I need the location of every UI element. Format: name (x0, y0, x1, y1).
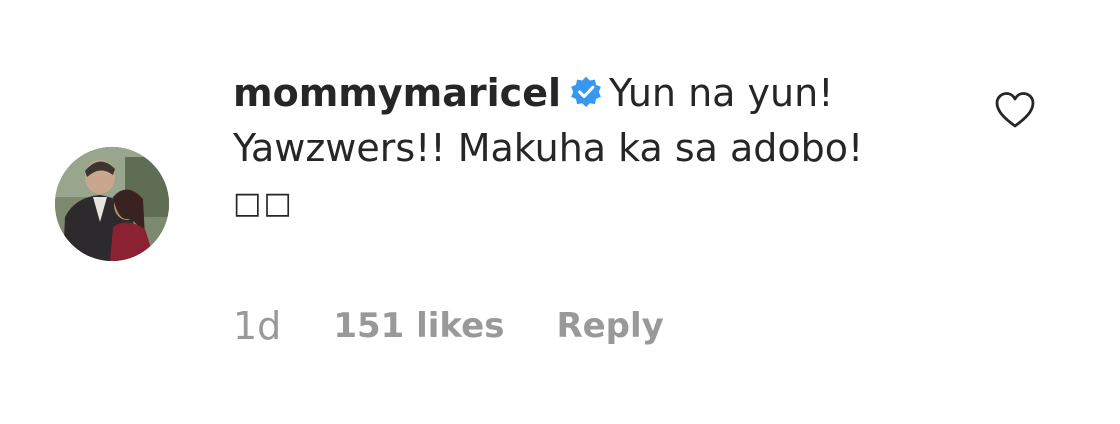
comment-timestamp[interactable]: 1d (233, 304, 281, 348)
comment-meta: 1d 151 likes Reply (233, 300, 664, 352)
reply-button[interactable]: Reply (556, 306, 663, 346)
comment-username[interactable]: mommymaricel (233, 71, 561, 115)
comment-emoji: □□ (233, 186, 294, 221)
comment-likes-count[interactable]: 151 likes (333, 306, 504, 346)
comment-text-line2: Yawzwers!! Makuha ka sa adobo! (233, 126, 864, 170)
avatar-photo (55, 147, 169, 261)
avatar[interactable] (55, 147, 169, 261)
comment-text-line1: Yun na yun! (609, 71, 834, 115)
comment-body: mommymaricel Yun na yun! Yawzwers!! Makuh… (233, 66, 963, 231)
like-heart-icon[interactable] (994, 90, 1036, 130)
comment-item: mommymaricel Yun na yun! Yawzwers!! Makuh… (0, 0, 1120, 424)
verified-badge-icon (569, 75, 603, 109)
